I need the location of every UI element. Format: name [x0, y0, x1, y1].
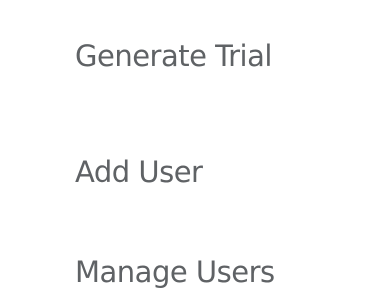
menu-item-generate-trial[interactable]: Generate Trial: [75, 38, 272, 74]
menu-item-add-user[interactable]: Add User: [75, 154, 203, 190]
menu-item-manage-users[interactable]: Manage Users: [75, 254, 275, 290]
admin-menu: Generate Trial Add User Manage Users: [0, 0, 391, 293]
